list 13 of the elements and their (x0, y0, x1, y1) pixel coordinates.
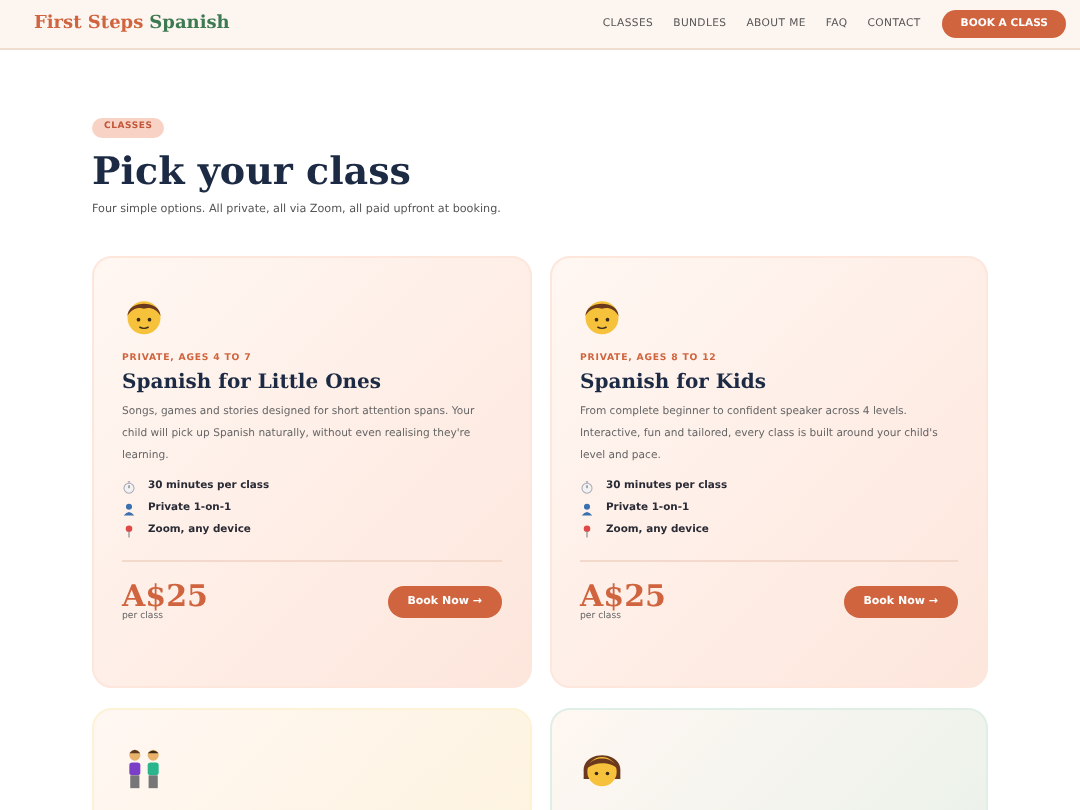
page-title: Pick your class (92, 149, 413, 193)
class-title: Spanish for Kids (580, 371, 768, 393)
pin-icon (122, 523, 136, 537)
stopwatch-icon (122, 479, 136, 493)
price: A$25 (580, 581, 666, 611)
person-icon (580, 501, 594, 515)
stopwatch-icon (580, 479, 594, 493)
person-icon (122, 501, 136, 515)
logo-text[interactable]: First Steps (34, 14, 144, 34)
logo-text[interactable]: Spanish (149, 14, 230, 34)
price: A$25 (122, 581, 208, 611)
class-title: Spanish for Little Ones (122, 371, 384, 393)
pin-icon (580, 523, 594, 537)
